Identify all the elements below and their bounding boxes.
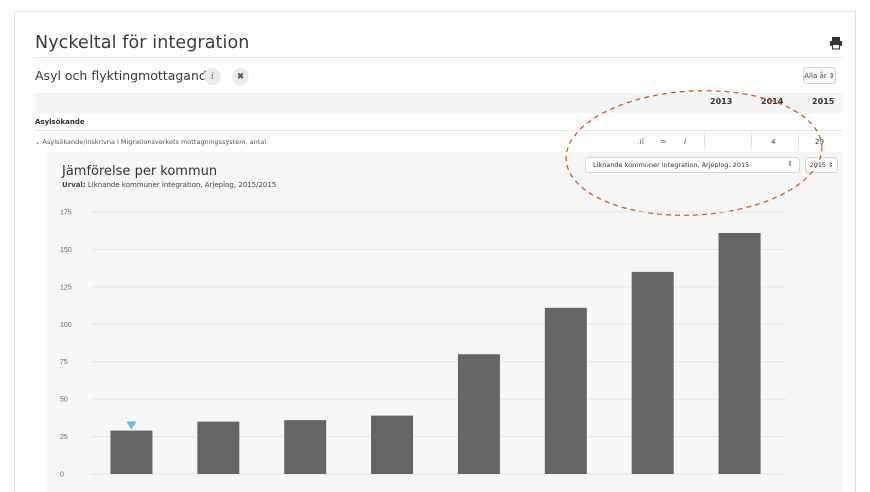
page-title: Nyckeltal för integration [35,33,250,53]
chart-bar[interactable] [110,430,153,474]
info-icon[interactable]: i [204,68,221,85]
y-tick-label: 50 [60,397,68,404]
section-title: Asyl och flyktingmottagande [35,68,215,83]
chart-bar[interactable] [197,421,240,474]
chart-bar[interactable] [371,415,414,474]
y-tick-label: 75 [60,359,68,366]
title-divider [35,57,843,58]
chart-bar[interactable] [718,232,761,474]
y-tick-label: 150 [60,247,72,254]
table-row-label[interactable]: ⌄ Asylsökande/inskrivna i Migrationsverk… [35,138,266,146]
y-tick-label: 175 [60,210,72,217]
subtitle-label: Urval: [62,181,86,189]
group-label: Asylsökande [35,118,85,126]
comparison-title: Jämförelse per kommun [62,164,218,179]
y-tick-label: 100 [60,322,72,329]
close-icon[interactable]: ✖ [232,68,249,85]
y-tick-label: 125 [60,284,72,291]
subtitle-value: Liknande kommuner integration, Arjeplog,… [87,181,277,189]
bar-chart: 0 25 50 75 100 125 150 175 [60,210,786,479]
y-tick-label: 0 [60,472,64,479]
chart-bar[interactable] [544,307,587,474]
comparison-subtitle: Urval: Liknande kommuner integration, Ar… [62,181,276,189]
selected-marker-icon [126,421,137,430]
chart-bar[interactable] [284,420,327,474]
year-filter-select[interactable]: Alla år ⇕ [803,67,836,84]
chart-bar[interactable] [631,271,674,474]
y-tick-label: 25 [60,434,68,441]
print-icon[interactable] [829,36,843,50]
chart-bar[interactable] [457,354,500,474]
